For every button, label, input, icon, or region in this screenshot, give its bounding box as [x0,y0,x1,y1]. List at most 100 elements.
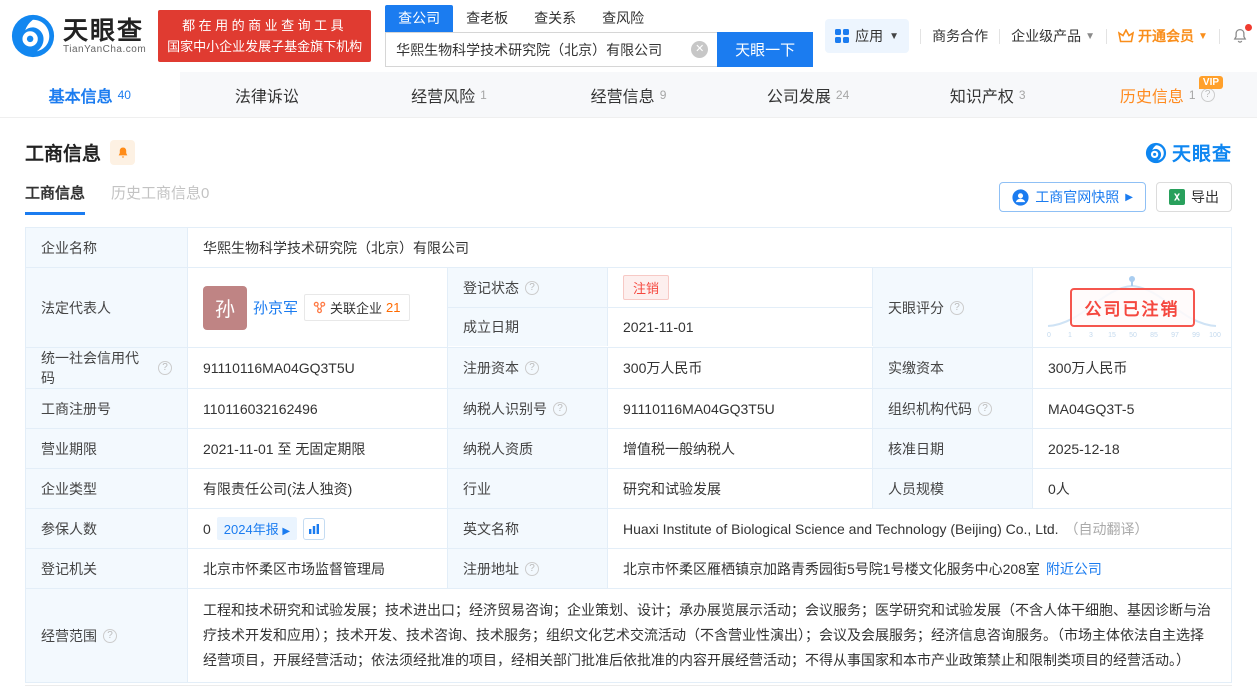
search-tab-risk[interactable]: 查风险 [589,5,657,32]
subtab-history-business-info[interactable]: 历史工商信息0 [111,182,209,215]
table-row: 营业期限 2021-11-01 至 无固定期限 纳税人资质 增值税一般纳税人 核… [26,428,1231,468]
related-companies-tag[interactable]: 关联企业 21 [304,294,410,321]
chevron-down-icon: ▼ [889,30,900,42]
search-box: 查公司 查老板 查关系 查风险 ✕ 天眼一下 [385,5,814,67]
company-type-label: 企业类型 [26,469,188,508]
org-code-value: MA04GQ3T-5 [1048,400,1135,417]
divider [1218,28,1220,44]
registered-capital-value: 300万人民币 [608,348,873,388]
english-name-label: 英文名称 [448,509,608,548]
help-icon[interactable]: ? [525,280,539,295]
search-tab-boss[interactable]: 查老板 [453,5,521,32]
establish-date-label: 成立日期 [448,308,608,346]
establish-date-value: 2021-11-01 [608,308,873,346]
registered-address-value: 北京市怀柔区雁栖镇京加路青秀园街5号院1号楼文化服务中心208室 附近公司 [623,559,1102,579]
help-icon[interactable]: ? [525,361,539,375]
trend-chart-icon[interactable] [303,517,326,540]
credit-code-label: 统一社会信用代码? [26,348,188,388]
table-row: 经营范围? 工程和技术研究和试验发展；技术进出口；经济贸易咨询；企业策划、设计；… [26,588,1231,682]
network-icon [313,301,326,314]
nav-enterprise[interactable]: 企业级产品 ▼ [1011,26,1095,46]
insured-count-label: 参保人数 [26,509,188,548]
registration-no-value: 110116032162496 [188,389,448,428]
business-info-table: 企业名称 华熙生物科学技术研究院（北京）有限公司 法定代表人 孙 孙京军 关联企… [25,227,1232,683]
subtab-business-info[interactable]: 工商信息 [25,182,86,215]
industry-label: 行业 [448,469,608,508]
registry-authority-label: 登记机关 [26,549,188,588]
legal-rep-name-link[interactable]: 孙京军 [253,297,298,318]
brand-domain: TianYanCha.com [63,43,147,55]
export-button[interactable]: 导出 [1156,182,1232,212]
english-name-value: Huaxi Institute of Biological Science an… [623,520,1149,537]
nav-business[interactable]: 商务合作 [932,26,988,46]
tab-intellectual-property[interactable]: 知识产权 3 [898,72,1078,117]
svg-text:97: 97 [1171,332,1179,339]
svg-text:85: 85 [1150,332,1158,339]
notification-dot [1244,24,1252,31]
divider [1105,28,1107,44]
chevron-right-icon: ▶ [1125,191,1133,203]
tab-operating-risk[interactable]: 经营风险 1 [359,72,539,117]
svg-text:50: 50 [1129,332,1137,339]
search-button[interactable]: 天眼一下 [717,32,814,67]
annual-report-tag[interactable]: 2024年报 ▶ [216,517,298,540]
svg-text:1: 1 [1068,332,1072,339]
registry-authority-value: 北京市怀柔区市场监督管理局 [188,549,448,588]
legal-rep-cell: 孙 孙京军 关联企业 21 [188,268,448,347]
staff-size-label: 人员规模 [873,469,1033,508]
insured-count-cell: 0 2024年报 ▶ [188,509,448,548]
tianyancha-logo[interactable]: 天眼查 TianYanCha.com [10,13,146,59]
tab-legal[interactable]: 法律诉讼 [180,72,360,117]
svg-text:100: 100 [1209,332,1221,339]
official-snapshot-button[interactable]: 工商官网快照 ▶ [999,182,1146,212]
nav-vip[interactable]: 开通会员 ▼ [1117,26,1208,46]
divider [920,28,922,44]
tab-history[interactable]: VIP 历史信息 1 ? [1077,72,1257,117]
search-input[interactable] [385,32,718,67]
header: 天眼查 TianYanCha.com 都在用的商业查询工具 国家中小企业发展子基… [0,0,1257,72]
reg-status-value: 注销 [608,268,873,307]
help-icon[interactable]: ? [553,401,567,416]
chevron-down-icon: ▼ [1085,30,1095,42]
status-badge: 注销 [623,275,670,300]
taxpayer-id-label: 纳税人识别号? [448,389,608,428]
company-tabs: 基本信息 40 法律诉讼 经营风险 1 经营信息 9 公司发展 24 知识产权 3 VIP… [0,72,1257,118]
registered-address-label: 注册地址? [448,549,608,588]
search-tabs: 查公司 查老板 查关系 查风险 [385,5,813,32]
vip-badge: VIP [1198,76,1224,89]
subscribe-bell-icon[interactable] [110,140,136,165]
nav-apps[interactable]: 应用 ▼ [825,19,910,53]
score-label: 天眼评分? [873,268,1033,347]
svg-text:15: 15 [1108,332,1116,339]
approval-date-value: 2025-12-18 [1048,440,1120,457]
credit-code-value: 91110116MA04GQ3T5U [188,348,448,388]
staff-size-value: 0人 [1048,480,1070,497]
org-code-label: 组织机构代码? [873,389,1033,428]
tab-operating-info[interactable]: 经营信息 9 [539,72,719,117]
help-icon[interactable]: ? [525,561,539,576]
section-title: 工商信息 [25,144,102,165]
company-name-label: 企业名称 [26,228,188,267]
company-name-value: 华熙生物科学技术研究院（北京）有限公司 [203,239,469,256]
taxpayer-quality-value: 增值税一般纳税人 [608,429,873,468]
table-row: 工商注册号 110116032162496 纳税人识别号? 91110116MA… [26,388,1231,428]
help-icon[interactable]: ? [103,628,117,643]
tab-development[interactable]: 公司发展 24 [718,72,898,117]
nearby-companies-link[interactable]: 附近公司 [1046,559,1102,579]
logo-swirl-icon [1145,142,1167,163]
taxpayer-id-value: 91110116MA04GQ3T5U [608,389,873,428]
notifications-bell-icon[interactable] [1231,24,1252,45]
help-icon[interactable]: ? [978,401,992,416]
help-icon[interactable]: ? [1200,87,1215,102]
tab-basic-info[interactable]: 基本信息 40 [0,72,180,117]
search-tab-relation[interactable]: 查关系 [521,5,589,32]
help-icon[interactable]: ? [950,300,964,315]
paid-capital-label: 实缴资本 [873,348,1033,388]
table-row: 参保人数 0 2024年报 ▶ 英文名称 Huaxi Institute of … [26,508,1231,548]
score-cell: 0 1 3 15 50 85 97 99 100 公司已注销 [1033,268,1231,347]
help-icon[interactable]: ? [158,361,172,375]
search-tab-company[interactable]: 查公司 [385,5,454,32]
avatar[interactable]: 孙 [203,285,247,330]
watermark-logo: 天眼查 [1145,139,1232,166]
header-nav: 应用 ▼ 商务合作 企业级产品 ▼ 开通会员 ▼ 超级风... ▼ [825,19,1257,53]
